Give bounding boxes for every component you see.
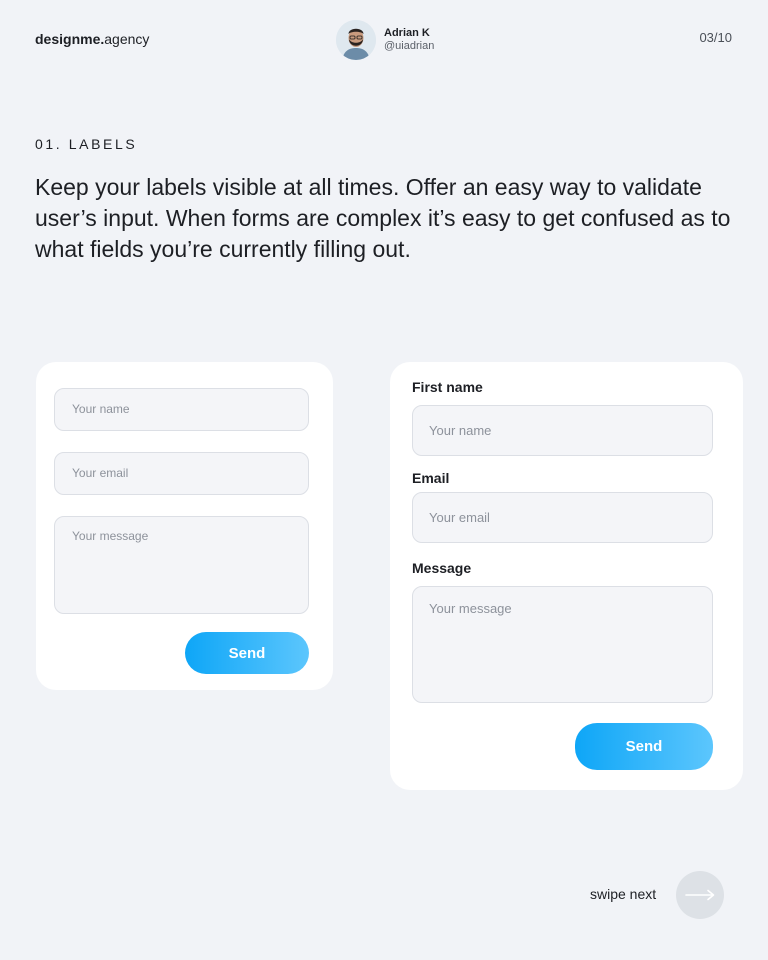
section-label: 01. LABELS	[35, 136, 138, 152]
first-name-input[interactable]: Your name	[412, 405, 713, 456]
name-placeholder: Your name	[72, 402, 130, 416]
email-label: Email	[412, 470, 450, 486]
avatar	[336, 20, 376, 60]
author-block: Adrian K @uiadrian	[336, 20, 434, 60]
message-placeholder: Your message	[72, 529, 149, 543]
email-input[interactable]: Your email	[54, 452, 309, 495]
message-label: Message	[412, 560, 472, 576]
form-card-labeled: First name Your name Email Your email Me…	[390, 362, 743, 790]
first-name-label: First name	[412, 379, 483, 395]
avatar-portrait-icon	[336, 20, 376, 60]
next-slide-button[interactable]	[676, 871, 724, 919]
brand-suffix: agency	[104, 31, 150, 47]
author-name: Adrian K	[384, 27, 430, 39]
message-placeholder: Your message	[429, 601, 512, 616]
first-name-placeholder: Your name	[429, 423, 492, 438]
send-button[interactable]: Send	[575, 723, 713, 770]
send-button[interactable]: Send	[185, 632, 309, 674]
email-placeholder: Your email	[72, 466, 129, 480]
form-card-placeholders: Your name Your email Your message Send	[36, 362, 333, 690]
email-input[interactable]: Your email	[412, 492, 713, 543]
page-counter: 03/10	[699, 30, 732, 45]
author-handle: @uiadrian	[384, 40, 435, 52]
name-input[interactable]: Your name	[54, 388, 309, 431]
swipe-next-text: swipe next	[590, 886, 657, 902]
brand-logo: designme.agency	[35, 31, 149, 47]
arrow-right-icon	[685, 889, 715, 901]
brand-name: designme.	[35, 31, 105, 47]
lead-paragraph: Keep your labels visible at all times. O…	[35, 174, 731, 262]
message-textarea[interactable]: Your message	[54, 516, 309, 614]
email-placeholder: Your email	[429, 510, 490, 525]
message-textarea[interactable]: Your message	[412, 586, 713, 703]
